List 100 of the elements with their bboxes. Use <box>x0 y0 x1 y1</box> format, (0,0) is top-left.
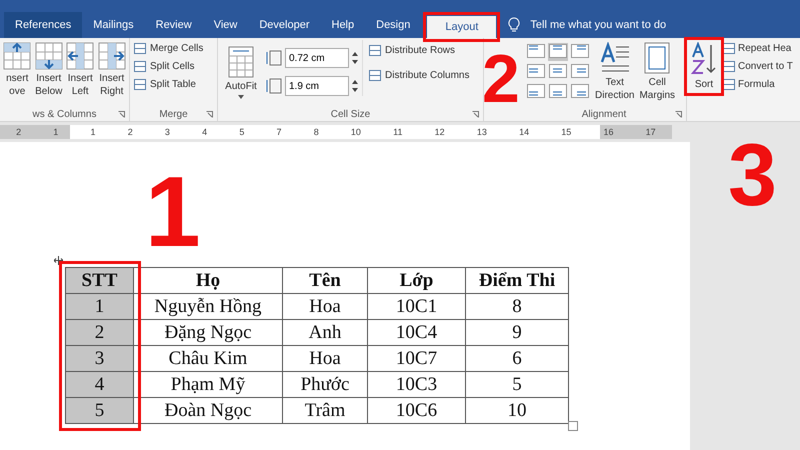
table-cells-icon <box>723 43 735 54</box>
column-header: Điểm Thi <box>466 268 568 294</box>
table-cells-icon <box>134 43 146 54</box>
ribbon-button[interactable]: Text Direction <box>593 40 636 104</box>
dialog-launcher-icon <box>206 110 213 118</box>
align-button[interactable] <box>570 83 590 101</box>
ruler-number: 15 <box>561 127 572 137</box>
table-cell: 10C3 <box>368 372 466 398</box>
ribbon-tab[interactable]: References <box>4 12 82 38</box>
group-label: Cell Size <box>330 108 370 120</box>
spin-field[interactable]: 0.72 cm <box>285 48 349 68</box>
insert-column-icon <box>98 42 126 70</box>
dialog-launcher-icon <box>118 110 125 118</box>
ribbon-button[interactable]: Formula <box>722 76 794 93</box>
tell-me-field[interactable]: Tell me what you want to do <box>528 12 718 38</box>
align-button[interactable] <box>570 63 590 81</box>
insert-button[interactable]: nsert ove <box>2 40 32 100</box>
text-direction-icon <box>598 42 631 74</box>
cell-margins-icon <box>644 42 670 74</box>
ruler-number: 3 <box>164 127 170 137</box>
table-cell: 10C4 <box>368 320 466 346</box>
ribbon-button[interactable]: Split Table <box>132 76 198 93</box>
insert-button[interactable]: Insert Below <box>34 40 64 100</box>
text-align-icon <box>571 64 589 78</box>
table-resize-handle[interactable] <box>568 421 578 431</box>
insert-button[interactable]: Insert Right <box>96 40 127 100</box>
ruler-number: 4 <box>202 127 208 137</box>
table-cell: Hoa <box>282 346 368 372</box>
ribbon-button[interactable]: Merge Cells <box>132 40 206 57</box>
ribbon-tab[interactable]: Mailings <box>82 12 145 38</box>
table-cell: 2 <box>66 320 134 346</box>
insert-column-icon <box>66 42 94 70</box>
ribbon-tab[interactable]: Design <box>365 12 422 38</box>
table-cell: Trâm <box>282 398 368 424</box>
ribbon-tab[interactable]: Developer <box>248 12 320 38</box>
align-button[interactable] <box>526 43 546 61</box>
table-cell: 10 <box>466 398 568 424</box>
ribbon-button[interactable]: Repeat Hea <box>722 40 794 57</box>
table-cell: Đặng Ngọc <box>134 320 282 346</box>
ribbon-tab[interactable]: Help <box>320 12 366 38</box>
text-align-icon <box>549 84 567 98</box>
table-cell: Phạm Mỹ <box>134 372 282 398</box>
ribbon-tab[interactable]: View <box>202 12 248 38</box>
insert-row-icon <box>34 42 63 70</box>
ruler-number: 13 <box>476 127 487 137</box>
column-header: Lớp <box>368 268 466 294</box>
ruler-number: 12 <box>434 127 445 137</box>
table-cell: 8 <box>466 294 568 320</box>
dialog-launcher-icon <box>675 110 682 118</box>
group-label: Alignment <box>582 108 626 120</box>
column-header: STT <box>66 268 134 294</box>
table-cell: Châu Kim <box>134 346 282 372</box>
table-cell: 10C7 <box>368 346 466 372</box>
align-button[interactable] <box>548 63 568 81</box>
text-align-icon <box>527 64 545 78</box>
insert-button[interactable]: Insert Left <box>65 40 96 100</box>
ribbon-button[interactable]: Convert to T <box>722 58 794 75</box>
spin-field[interactable]: 1.9 cm <box>285 76 349 96</box>
ribbon-tab[interactable]: Layout <box>427 16 496 38</box>
table-cell: 9 <box>466 320 568 346</box>
table-cell: Hoa <box>282 294 368 320</box>
table-cell: Phước <box>282 372 368 398</box>
align-button[interactable] <box>570 43 590 61</box>
table-cells-icon <box>134 61 146 72</box>
align-button[interactable] <box>548 83 568 101</box>
text-align-icon <box>527 44 545 58</box>
table-cell: 6 <box>466 346 568 372</box>
text-align-icon <box>549 44 567 58</box>
table-cell: Anh <box>282 320 368 346</box>
table-cell: 4 <box>66 372 134 398</box>
ribbon-button[interactable]: Distribute Rows <box>367 42 472 59</box>
ruler-number: 1 <box>90 127 96 137</box>
table-cell: 5 <box>66 398 134 424</box>
highlight-frame <box>684 37 724 96</box>
ruler-number: 5 <box>239 127 244 137</box>
spinner-arrows-icon <box>352 79 358 93</box>
table-cell: 10C6 <box>368 398 466 424</box>
table-cell: 10C1 <box>368 294 466 320</box>
table-cell: Nguyễn Hồng <box>134 294 282 320</box>
insert-row-icon <box>3 42 32 70</box>
sort-az-icon <box>690 42 718 76</box>
ruler-number: 11 <box>393 127 402 137</box>
align-button[interactable] <box>548 43 568 61</box>
ribbon-button[interactable]: Distribute Columns <box>367 67 472 84</box>
ribbon-button[interactable]: Cell Margins <box>637 40 678 104</box>
table-move-handle-icon <box>54 256 63 265</box>
align-button[interactable] <box>526 63 546 81</box>
ruler-number: 16 <box>603 127 614 137</box>
ribbon-tab[interactable]: Review <box>144 12 203 38</box>
ruler-number: 2 <box>128 127 133 137</box>
table-cells-icon <box>723 61 735 72</box>
autofit-button[interactable]: AutoFit <box>220 40 262 101</box>
align-button[interactable] <box>526 83 546 101</box>
ruler-number: 17 <box>646 127 656 137</box>
text-align-icon <box>549 64 567 78</box>
sort-button[interactable]: Sort <box>687 40 721 93</box>
ruler-number: 7 <box>276 127 282 137</box>
table-cell: Đoàn Ngọc <box>134 398 282 424</box>
ruler-number: 14 <box>519 127 530 137</box>
ribbon-button[interactable]: Split Cells <box>132 58 196 75</box>
